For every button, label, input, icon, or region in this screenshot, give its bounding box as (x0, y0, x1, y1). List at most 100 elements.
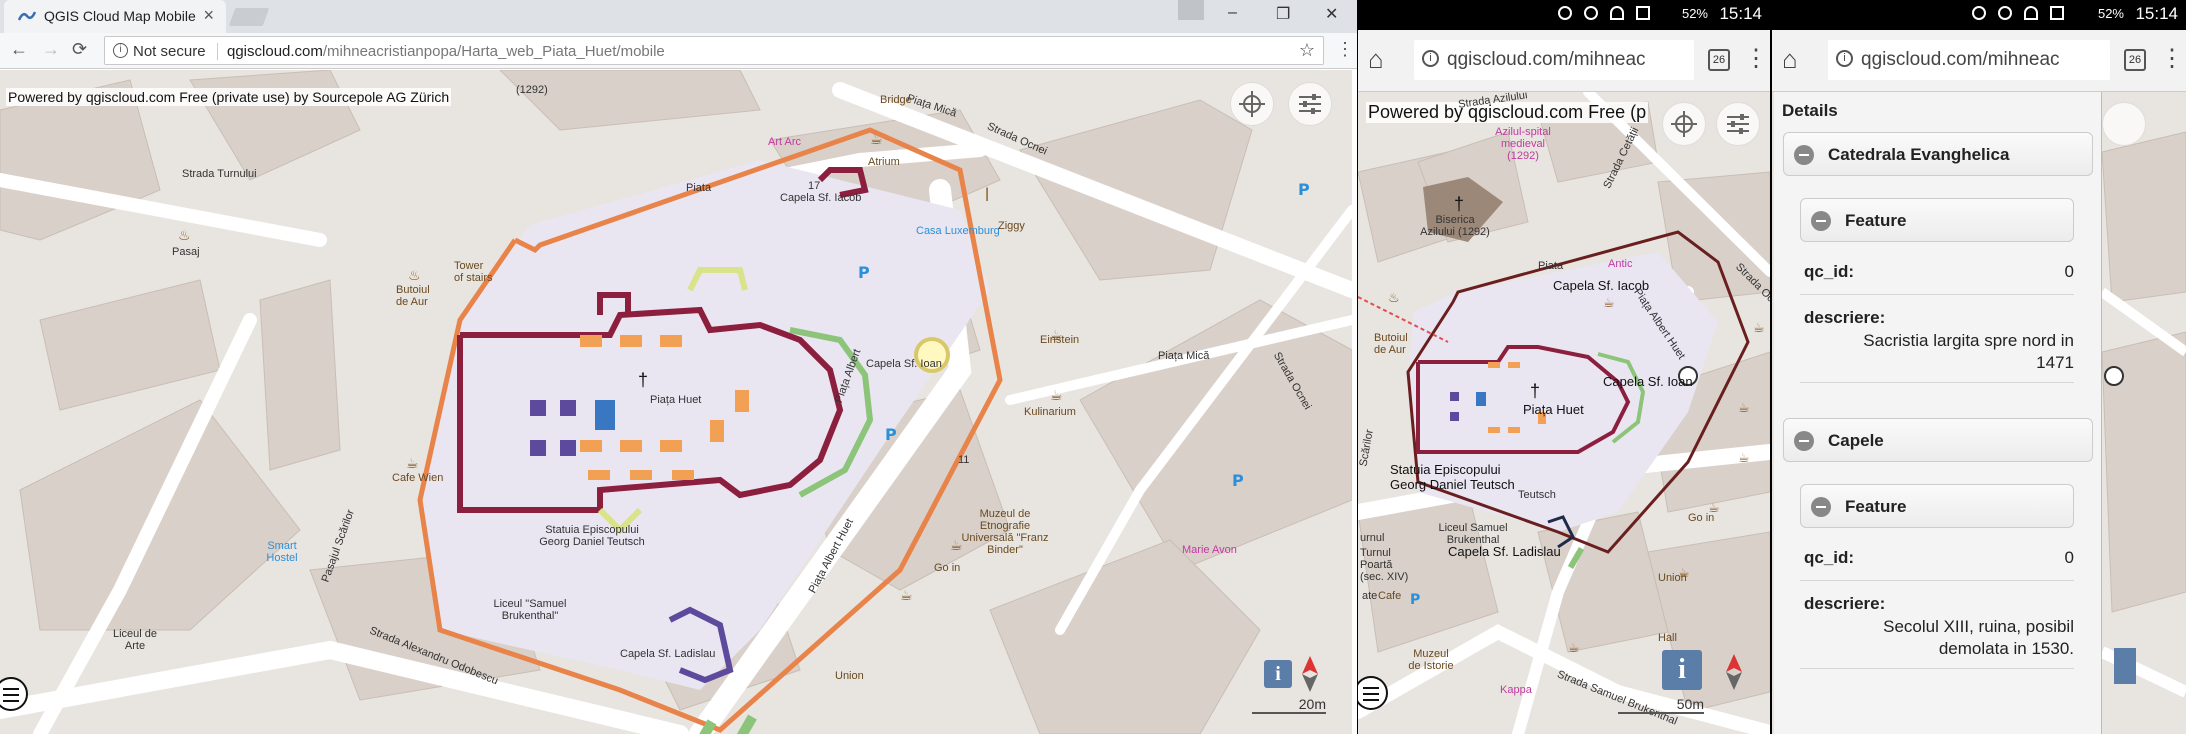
mobile-browser-toolbar: ⌂ i qgiscloud.com/mihneac 26 ⋮ (1358, 30, 1770, 92)
label-butoiul: Butoiul de Aur (1374, 332, 1408, 356)
label-bridge: Bridge (880, 94, 912, 106)
browser-menu-button[interactable]: ⋮ (1336, 39, 1354, 60)
info-button[interactable]: i (1264, 660, 1292, 688)
svg-text:☕: ☕ (1050, 388, 1063, 404)
tab-close-icon[interactable]: × (203, 5, 214, 26)
svg-text:☕: ☕ (406, 456, 419, 472)
close-window-button[interactable]: ✕ (1325, 4, 1338, 24)
url-host: qgiscloud.com (227, 43, 323, 60)
label-statuia: Statuia Episcopului Georg Daniel Teutsch (539, 524, 645, 548)
battery-level: 52% (1681, 6, 1708, 21)
group-header-catedrala[interactable]: Catedrala Evanghelica (1783, 132, 2093, 176)
feature-header[interactable]: Feature (1800, 198, 2074, 242)
label-cafe: Cafe (1378, 590, 1402, 602)
label-azilul-medieval: Azilul-spital medieval (1292) (1495, 126, 1551, 162)
label-go-in: Go in (934, 562, 961, 574)
field-row: descriere: Secolul XIII, ruina, posibil … (1804, 594, 2074, 660)
svg-text:☕: ☕ (1568, 641, 1580, 656)
svg-text:☕: ☕ (1738, 451, 1750, 466)
label-statuia: Statuia Episcopului Georg Daniel Teutsch (1390, 462, 1515, 492)
label-capela-iacob: Capela Sf. Iacob (780, 192, 862, 204)
label-union: Union (1658, 572, 1687, 584)
label-urnul: urnul (1360, 532, 1385, 544)
field-value: 0 (2064, 548, 2074, 567)
label-art-arc: Art Arc (768, 136, 802, 148)
info-button[interactable]: i (1662, 650, 1702, 690)
alarm-icon (1584, 6, 1598, 20)
group-name: Capele (1828, 431, 1884, 450)
tab-count-button[interactable]: 26 (1708, 49, 1730, 71)
location-icon (1558, 6, 1572, 20)
url-text[interactable]: qgiscloud.com/mihneacristianpopa/Harta_w… (227, 43, 665, 60)
layers-settings-button[interactable] (1716, 102, 1760, 146)
svg-text:P: P (858, 263, 870, 282)
minimize-button[interactable]: – (1228, 4, 1237, 22)
group-header-capele[interactable]: Capele (1783, 418, 2093, 462)
field-value: Sacristia largita spre nord in 1471 (1863, 331, 2074, 372)
address-bar[interactable]: i Not secure qgiscloud.com/mihneacristia… (104, 36, 1324, 65)
signal-icon (2050, 6, 2064, 20)
field-row: qc_id: 0 (1804, 548, 2074, 568)
restore-button[interactable]: ❐ (1276, 4, 1290, 24)
tab-count-button[interactable]: 26 (2124, 49, 2146, 71)
tab-title: QGIS Cloud Map Mobile (44, 8, 196, 24)
collapse-icon (1794, 431, 1814, 451)
powered-by-attribution[interactable]: Powered by qgiscloud.com Free (private u… (6, 88, 452, 106)
wifi-icon (2024, 6, 2038, 20)
layers-settings-button[interactable] (1288, 82, 1332, 126)
label-capela-ladislau: Capela Sf. Ladislau (1448, 544, 1561, 559)
svg-text:☕: ☕ (900, 588, 913, 604)
label-pasaj: Pasaj (172, 246, 200, 258)
field-row: descriere: Sacristia largita spre nord i… (1804, 308, 2074, 374)
details-title: Details (1782, 101, 1838, 120)
locate-button[interactable] (1662, 102, 1706, 146)
mobile-address-bar[interactable]: i qgiscloud.com/mihneac (1828, 40, 2110, 80)
overflow-menu-icon[interactable]: ⋮ (2160, 44, 2184, 73)
security-label: Not secure (133, 43, 206, 60)
star-icon[interactable]: ☆ (1299, 40, 1315, 61)
church-cross-icon: † (638, 370, 648, 390)
label-num-17: 17 (808, 180, 821, 192)
divider (217, 43, 218, 60)
label-turnul-poarta: Turnul Poartă (sec. XIV) (1360, 547, 1409, 583)
mobile-map-canvas[interactable]: P ♨ ☕ ☕ ☕ ☕ ☕ ☕ ☕ † † Powered by qgiscloud.com … (1358, 92, 1770, 734)
profile-avatar-icon[interactable] (1178, 0, 1204, 20)
label-teutsch: Teutsch (1518, 489, 1556, 501)
road-strada-odobescu (0, 640, 689, 734)
collapse-icon (1794, 145, 1814, 165)
label-casa-luxemburg: Casa Luxemburg (916, 225, 1000, 237)
browser-tab[interactable]: QGIS Cloud Map Mobile × (4, 0, 226, 33)
reload-button[interactable]: ⟳ (72, 39, 87, 60)
label-union: Union (835, 670, 864, 682)
forward-button[interactable]: → (42, 39, 60, 60)
overflow-menu-icon[interactable]: ⋮ (1744, 44, 1768, 73)
clock: 15:14 (1719, 4, 1762, 23)
feature-header[interactable]: Feature (1800, 484, 2074, 528)
home-icon[interactable]: ⌂ (1368, 44, 1384, 75)
back-button[interactable]: ← (10, 39, 28, 60)
building-block (989, 539, 1261, 734)
desktop-map-canvas[interactable]: ♨ ♨ ☕ ǀ ☕ ☕ ☕ ☕ ☕ PPPP † Powered by qgiscloud.c… (0, 70, 1352, 734)
navigation-bar: ← → ⟳ i Not secure qgiscloud.com/mihneac… (0, 33, 1357, 69)
powered-by-attribution[interactable]: Powered by qgiscloud.com Free (p (1366, 102, 1649, 123)
label-einstein: Einstein (1040, 334, 1080, 346)
sliders-icon (1299, 94, 1321, 114)
new-tab-button[interactable] (228, 8, 270, 26)
svg-text:☕: ☕ (1738, 401, 1750, 416)
svg-text:ǀ: ǀ (985, 186, 989, 202)
svg-text:P: P (1410, 592, 1420, 608)
info-icon[interactable]: i (1422, 50, 1439, 67)
divider (1800, 294, 2074, 295)
mobile-address-bar[interactable]: i qgiscloud.com/mihneac (1414, 40, 1694, 80)
info-icon[interactable]: i (113, 43, 128, 58)
info-icon[interactable]: i (1836, 50, 1853, 67)
label-muzeul: Muzeul de Etnografie Universală "Franz B… (961, 508, 1049, 556)
label-piata-mica-2: Piața Mică (1158, 350, 1210, 362)
mobile-url-text: qgiscloud.com/mihneac (1447, 49, 1646, 70)
home-icon[interactable]: ⌂ (1782, 44, 1798, 75)
building-block (259, 279, 341, 471)
label-piata: Piata (686, 182, 712, 194)
label-liceul-arte: Liceul de Arte (112, 628, 158, 652)
locate-button-partial (2102, 102, 2146, 146)
locate-button[interactable] (1230, 82, 1274, 126)
